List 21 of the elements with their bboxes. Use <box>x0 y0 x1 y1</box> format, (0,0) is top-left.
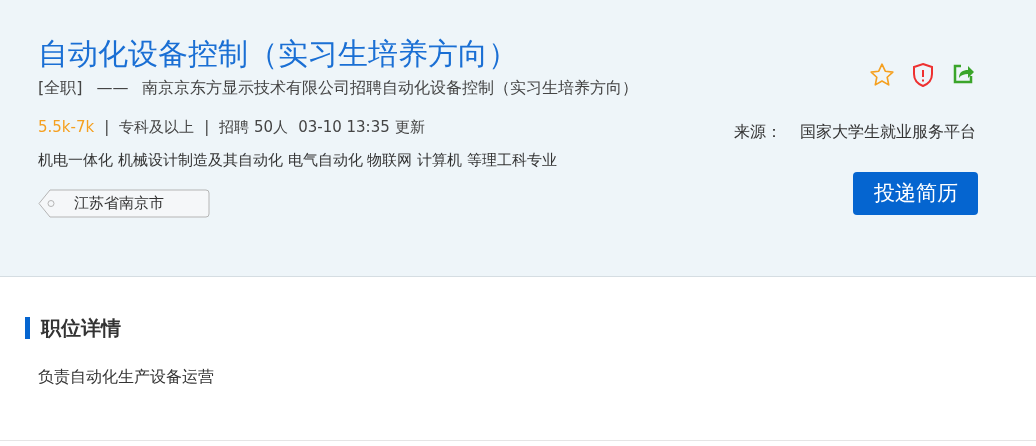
source-name: 国家大学生就业服务平台 <box>800 121 976 143</box>
source-label: 来源： <box>734 121 782 143</box>
salary: 5.5k-7k <box>38 117 95 138</box>
warning-shield-icon[interactable] <box>911 62 935 88</box>
dash-separator: —— <box>96 77 129 99</box>
job-description: 负责自动化生产设备运营 <box>38 366 215 388</box>
job-meta: 03-10 13:35 更新 <box>298 117 425 138</box>
job-title: 自动化设备控制（实习生培养方向） <box>38 35 519 73</box>
section-heading: 职位详情 <box>41 315 121 342</box>
share-icon[interactable] <box>951 62 975 86</box>
apply-button[interactable]: 投递简历 <box>853 172 978 215</box>
star-icon[interactable] <box>869 62 895 88</box>
heading-accent-bar <box>25 317 30 339</box>
majors: 机电一体化 机械设计制造及其自动化 电气自动化 物联网 计算机 等理工科专业 <box>38 149 558 171</box>
job-type: [全职] <box>38 77 83 99</box>
job-meta: 招聘 50人 <box>219 117 289 138</box>
job-meta: | <box>204 117 210 138</box>
job-meta: | <box>104 117 110 138</box>
location-tag: 江苏省南京市 <box>38 189 210 218</box>
job-meta: 专科及以上 <box>119 117 195 138</box>
job-subtitle: 南京京东方显示技术有限公司招聘自动化设备控制（实习生培养方向） <box>142 77 639 99</box>
